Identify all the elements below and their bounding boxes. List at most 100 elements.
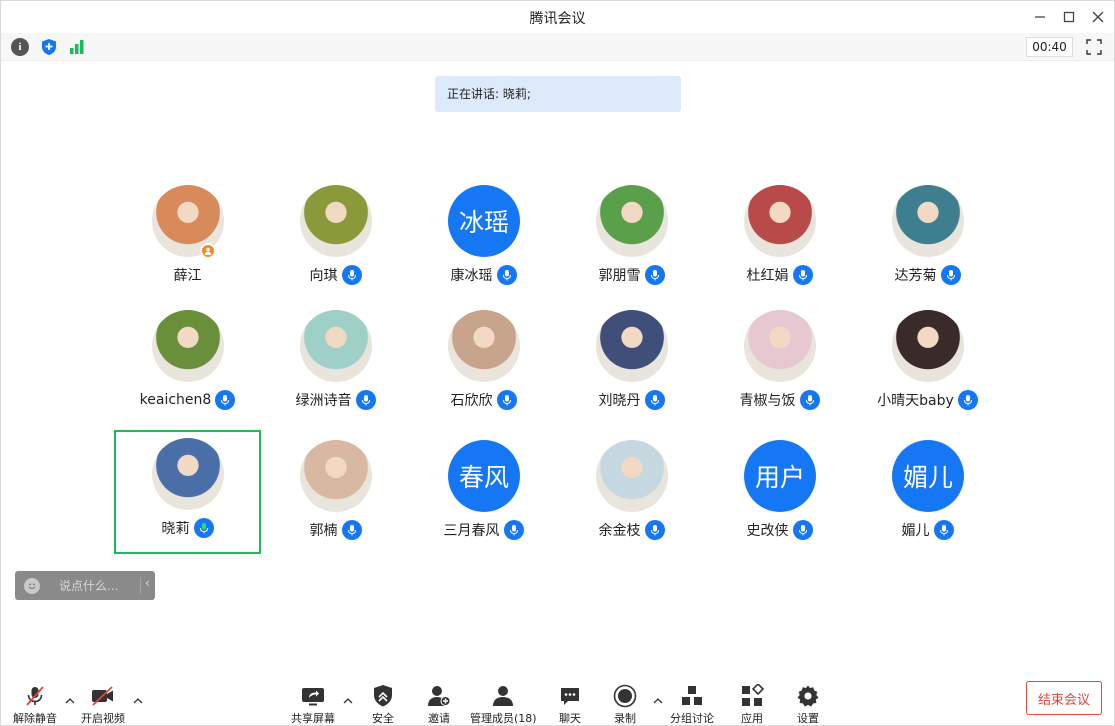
participant-name-row: 史改侠 xyxy=(706,520,853,540)
mic-icon xyxy=(792,265,813,285)
maximize-icon xyxy=(1063,11,1075,23)
share-options-caret[interactable] xyxy=(342,695,354,707)
participant-tile[interactable]: 达芳菊 xyxy=(854,175,1001,299)
network-signal-icon[interactable] xyxy=(68,38,86,56)
participant-name: 向琪 xyxy=(309,268,338,284)
avatar xyxy=(596,440,668,512)
chat-quick-input[interactable]: 说点什么... ‹ xyxy=(15,571,155,600)
breakout-label: 分组讨论 xyxy=(670,712,714,725)
participant-name-row: 郭楠 xyxy=(262,520,409,540)
video-label: 开启视频 xyxy=(81,712,125,725)
record-icon xyxy=(612,683,638,709)
participant-name-row: 绿洲诗音 xyxy=(262,390,409,410)
video-options-caret[interactable] xyxy=(132,695,144,707)
emoji-icon[interactable] xyxy=(24,577,40,594)
unmute-button[interactable]: 解除静音 xyxy=(13,683,57,726)
participant-name: 郭楠 xyxy=(309,523,338,539)
participant-tile[interactable]: 余金枝 xyxy=(558,430,705,554)
participant-name: 郭朋雪 xyxy=(598,268,641,284)
participant-tile[interactable]: 春风 三月春风 xyxy=(410,430,557,554)
security-shield-icon[interactable] xyxy=(40,38,58,56)
record-options-caret[interactable] xyxy=(652,695,664,707)
avatar xyxy=(892,310,964,382)
participant-name-row: 刘晓丹 xyxy=(558,390,705,410)
window-title: 腾讯会议 xyxy=(529,11,586,27)
avatar xyxy=(744,310,816,382)
host-icon xyxy=(200,243,216,259)
speaking-indicator: 正在讲话: 晓莉; xyxy=(435,76,681,112)
audio-options-caret[interactable] xyxy=(64,695,76,707)
info-icon[interactable]: i xyxy=(11,38,29,56)
participant-tile[interactable]: 晓莉 xyxy=(114,430,261,554)
share-screen-icon xyxy=(300,683,326,709)
unmute-label: 解除静音 xyxy=(13,712,57,725)
mic-icon xyxy=(215,390,236,410)
chevron-left-icon[interactable]: ‹ xyxy=(145,576,150,590)
mic-icon xyxy=(341,265,362,285)
avatar xyxy=(596,185,668,257)
security-button[interactable]: 安全 xyxy=(370,683,396,726)
record-button[interactable]: 录制 xyxy=(612,683,638,726)
participant-name: 薛江 xyxy=(173,268,202,284)
mic-icon xyxy=(957,390,978,410)
breakout-rooms-button[interactable]: 分组讨论 xyxy=(670,683,714,726)
mic-icon xyxy=(496,390,517,410)
chat-button[interactable]: 聊天 xyxy=(557,683,583,726)
manage-members-button[interactable]: 管理成员(18) xyxy=(470,683,537,726)
participant-name-row: 康冰瑶 xyxy=(410,265,557,285)
participant-tile[interactable]: 刘晓丹 xyxy=(558,300,705,424)
participant-name: 刘晓丹 xyxy=(598,393,641,409)
participant-tile[interactable]: 杜红娟 xyxy=(706,175,853,299)
participant-name: 达芳菊 xyxy=(894,268,937,284)
mic-icon xyxy=(933,520,954,540)
minimize-icon xyxy=(1035,16,1045,18)
end-meeting-button[interactable]: 结束会议 xyxy=(1026,681,1102,715)
mic-icon xyxy=(496,265,517,285)
gear-icon xyxy=(795,683,821,709)
share-screen-button[interactable]: 共享屏幕 xyxy=(291,683,335,726)
avatar xyxy=(300,185,372,257)
participant-tile[interactable]: keaichen8 xyxy=(114,300,261,424)
participant-name-row: 向琪 xyxy=(262,265,409,285)
participant-tile[interactable]: 石欣欣 xyxy=(410,300,557,424)
participant-name-row: 郭朋雪 xyxy=(558,265,705,285)
participant-name-row: 小晴天baby xyxy=(854,390,1001,410)
participant-tile[interactable]: 用户 史改侠 xyxy=(706,430,853,554)
settings-button[interactable]: 设置 xyxy=(795,683,821,726)
apps-button[interactable]: 应用 xyxy=(739,683,765,726)
participant-name: 三月春风 xyxy=(443,523,500,539)
invite-button[interactable]: 邀请 xyxy=(426,683,452,726)
avatar xyxy=(152,310,224,382)
minimize-button[interactable] xyxy=(1025,5,1055,29)
participant-name: 康冰瑶 xyxy=(450,268,493,284)
manage-members-label: 管理成员(18) xyxy=(470,712,537,725)
participant-tile[interactable]: 青椒与饭 xyxy=(706,300,853,424)
fullscreen-button[interactable] xyxy=(1084,37,1104,57)
participant-tile[interactable]: 小晴天baby xyxy=(854,300,1001,424)
mic-icon xyxy=(341,520,362,540)
avatar: 冰瑶 xyxy=(448,185,520,257)
security-label: 安全 xyxy=(372,712,394,725)
participant-tile[interactable]: 薛江 xyxy=(114,175,261,299)
apps-label: 应用 xyxy=(741,712,763,725)
maximize-button[interactable] xyxy=(1054,5,1084,29)
avatar xyxy=(596,310,668,382)
breakout-icon xyxy=(679,683,705,709)
participant-tile[interactable]: 媚儿 媚儿 xyxy=(854,430,1001,554)
video-button[interactable]: 开启视频 xyxy=(81,683,125,726)
participant-tile[interactable]: 冰瑶 康冰瑶 xyxy=(410,175,557,299)
apps-grid-icon xyxy=(739,683,765,709)
mic-icon xyxy=(644,520,665,540)
participant-tile[interactable]: 绿洲诗音 xyxy=(262,300,409,424)
participant-name-row: 媚儿 xyxy=(854,520,1001,540)
avatar xyxy=(300,310,372,382)
mic-muted-icon xyxy=(22,683,48,709)
participant-tile[interactable]: 向琪 xyxy=(262,175,409,299)
share-screen-label: 共享屏幕 xyxy=(291,712,335,725)
close-button[interactable] xyxy=(1083,5,1113,29)
participant-name: keaichen8 xyxy=(139,392,212,408)
participant-name-row: 青椒与饭 xyxy=(706,390,853,410)
avatar xyxy=(300,440,372,512)
participant-tile[interactable]: 郭朋雪 xyxy=(558,175,705,299)
participant-tile[interactable]: 郭楠 xyxy=(262,430,409,554)
